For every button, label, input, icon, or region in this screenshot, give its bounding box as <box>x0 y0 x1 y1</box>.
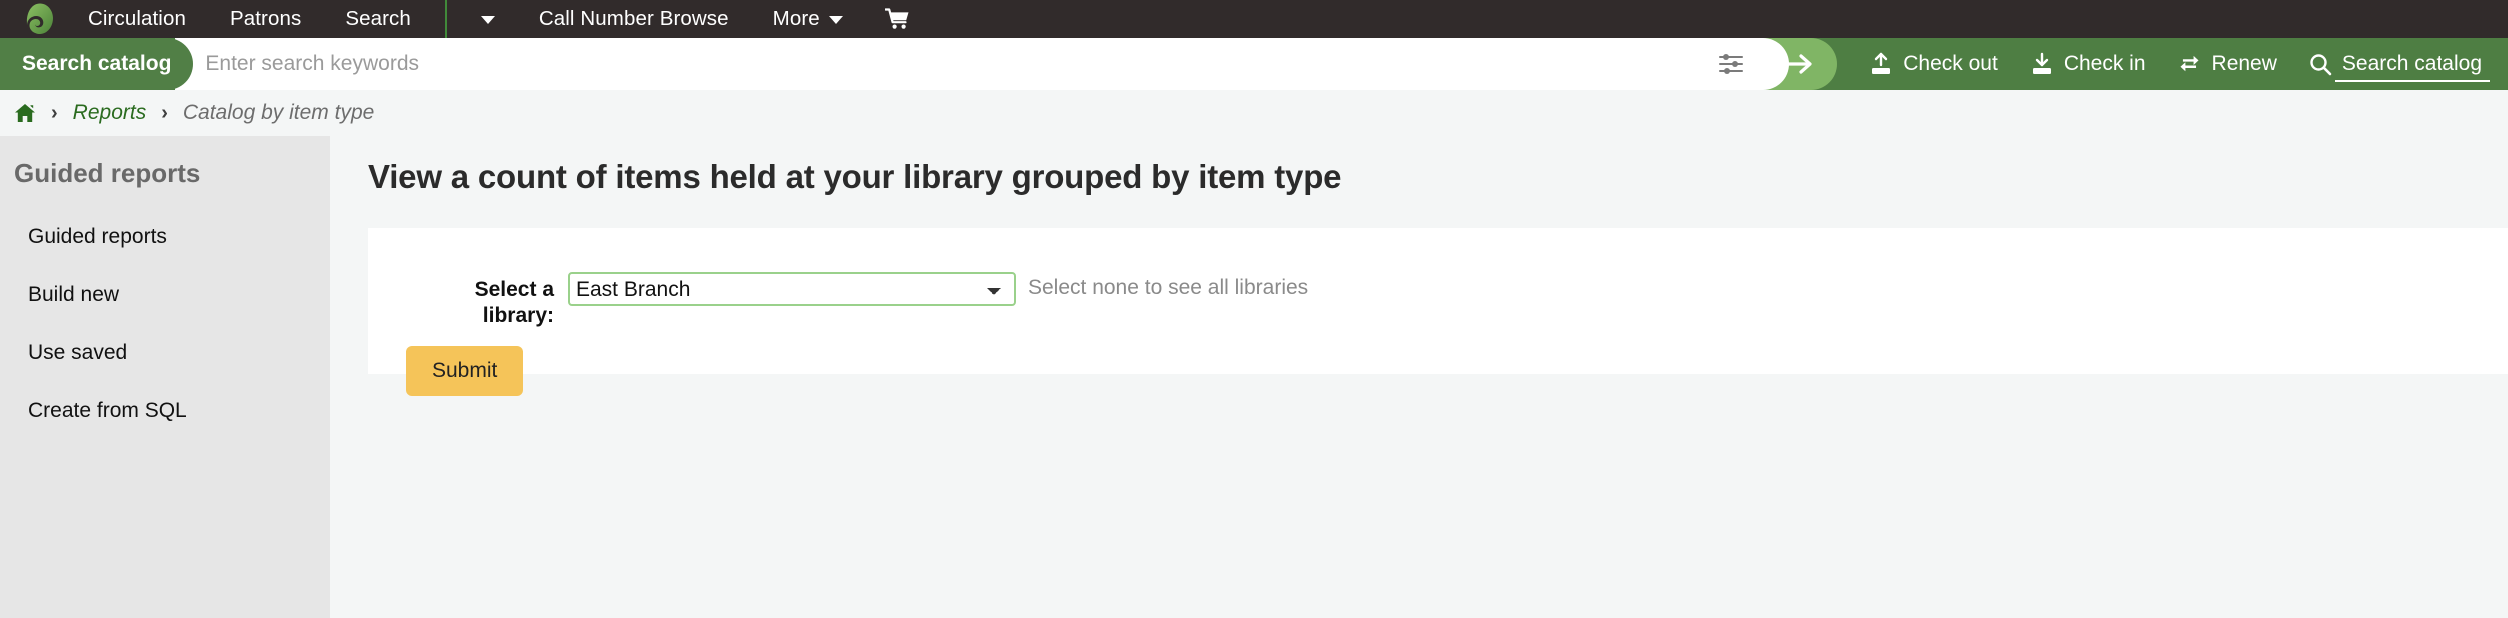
home-icon[interactable] <box>14 103 36 123</box>
search-input-container <box>175 38 1704 90</box>
nav-call-number-browse[interactable]: Call Number Browse <box>517 0 751 38</box>
chevron-down-icon <box>480 16 495 24</box>
action-check-out-label: Check out <box>1903 52 1998 75</box>
library-select-hint: Select none to see all libraries <box>1028 276 1309 299</box>
sidebar-item-build-new[interactable]: Build new <box>0 273 330 317</box>
check-in-icon <box>2030 52 2054 76</box>
library-select-label: Select a library: <box>474 278 554 328</box>
page-layout: Guided reports Guided reports Build new … <box>0 136 2508 618</box>
shopping-cart-icon[interactable] <box>865 0 930 38</box>
page-title: View a count of items held at your libra… <box>368 158 1342 195</box>
action-check-in-label: Check in <box>2063 52 2146 75</box>
sidebar-item-use-saved[interactable]: Use saved <box>0 331 330 375</box>
nav-circulation[interactable]: Circulation <box>66 0 208 38</box>
breadcrumb-link-reports[interactable]: Reports <box>73 101 147 125</box>
search-bar: Search catalog Enter search keywords Che… <box>0 38 2508 90</box>
sidebar-item-create-from-sql[interactable]: Create from SQL <box>0 389 330 433</box>
submit-row: Submit <box>368 345 2508 396</box>
nav-dropdown-caret[interactable] <box>459 0 517 38</box>
submit-button[interactable]: Submit <box>406 345 524 396</box>
library-select-row: Select a library: East Branch Select non… <box>368 272 2508 330</box>
action-check-out[interactable]: Check out <box>1853 38 2014 90</box>
action-search-catalog[interactable]: Search catalog <box>2293 38 2498 90</box>
action-check-in[interactable]: Check in <box>2014 38 2162 90</box>
nav-more-label: More <box>772 7 820 30</box>
action-renew[interactable]: Renew <box>2162 38 2293 90</box>
renew-icon <box>2178 53 2202 75</box>
nav-search[interactable]: Search <box>323 0 433 38</box>
search-quick-actions: Check out Check in Renew Search catalog <box>1853 38 2508 90</box>
breadcrumb-separator: › <box>161 101 168 124</box>
check-out-icon <box>1869 52 1893 76</box>
top-navigation-bar: Circulation Patrons Search Call Number B… <box>0 0 2508 38</box>
nav-patrons[interactable]: Patrons <box>208 0 323 38</box>
action-renew-label: Renew <box>2211 52 2277 75</box>
sidebar-item-guided-reports[interactable]: Guided reports <box>0 215 330 259</box>
sidebar-heading: Guided reports <box>14 158 201 188</box>
breadcrumb: › Reports › Catalog by item type <box>0 90 2508 136</box>
search-input[interactable] <box>197 38 1704 90</box>
arrow-right-icon <box>1785 54 1812 74</box>
nav-more[interactable]: More <box>751 0 865 38</box>
sidebar: Guided reports Guided reports Build new … <box>0 136 330 618</box>
search-icon <box>2309 53 2332 76</box>
action-search-catalog-label: Search catalog <box>2341 52 2482 75</box>
chevron-down-icon <box>828 16 843 24</box>
library-select[interactable]: East Branch <box>568 272 1016 306</box>
main-content: View a count of items held at your libra… <box>330 136 2508 618</box>
search-scope-tab[interactable]: Search catalog <box>0 38 194 90</box>
breadcrumb-current: Catalog by item type <box>182 101 375 124</box>
top-nav-items: Circulation Patrons Search Call Number B… <box>66 0 930 38</box>
sliders-filter-icon[interactable] <box>1703 38 1760 90</box>
breadcrumb-separator: › <box>51 101 58 124</box>
koha-logo[interactable] <box>14 0 66 38</box>
nav-separator <box>444 0 447 38</box>
